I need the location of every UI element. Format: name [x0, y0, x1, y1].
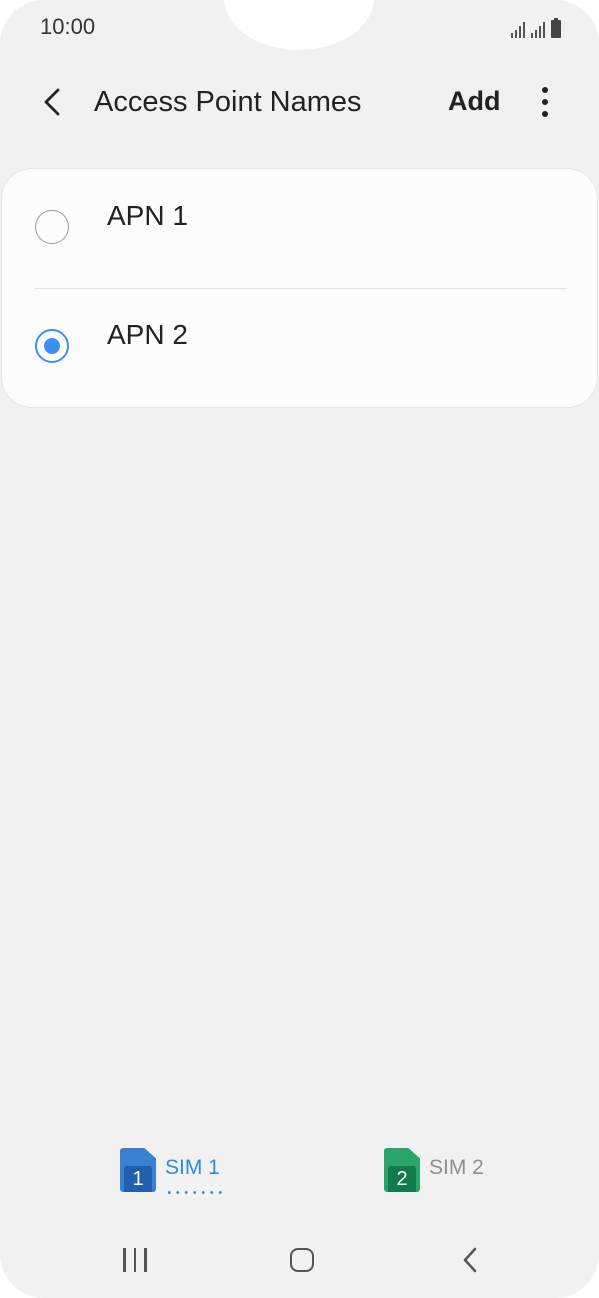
- sim-card-icon: 2: [384, 1148, 420, 1192]
- apn-radio-button[interactable]: [35, 210, 69, 244]
- signal-sim2-icon: [531, 20, 545, 38]
- sim-card-icon: 1: [120, 1148, 156, 1192]
- apn-radio-button-selected[interactable]: [35, 329, 69, 363]
- status-icons: [511, 16, 561, 38]
- tab-sim-1[interactable]: 1 SIM 1: [120, 1146, 225, 1194]
- apn-list-item[interactable]: APN 1: [2, 169, 597, 288]
- battery-icon: [551, 18, 561, 38]
- more-options-button[interactable]: [530, 82, 560, 122]
- navigation-bar: [0, 1225, 599, 1295]
- add-button[interactable]: Add: [448, 86, 500, 117]
- signal-sim1-icon: [511, 20, 525, 38]
- app-bar: Access Point Names Add: [0, 70, 599, 134]
- phone-screen: 10:00 Access Point Names Add APN 1 APN 2…: [0, 0, 599, 1298]
- system-back-button[interactable]: [440, 1235, 500, 1285]
- status-time: 10:00: [40, 14, 96, 39]
- sim-tab-label: SIM 1: [165, 1156, 225, 1194]
- sim-badge-number: 1: [124, 1166, 152, 1192]
- back-button[interactable]: [30, 78, 74, 126]
- apn-label: APN 2: [107, 319, 188, 350]
- sim-badge-number: 2: [388, 1166, 416, 1192]
- sim-tab-label: SIM 2: [429, 1156, 484, 1179]
- apn-label: APN 1: [107, 200, 188, 231]
- page-title: Access Point Names: [94, 86, 362, 118]
- more-vertical-icon-dot: [542, 87, 548, 93]
- sim-tabs: 1 SIM 1 2 SIM 2: [0, 1140, 599, 1200]
- apn-list-card: APN 1 APN 2: [2, 169, 597, 407]
- recents-icon: [123, 1248, 147, 1272]
- apn-list-item[interactable]: APN 2: [2, 288, 597, 407]
- home-button[interactable]: [272, 1235, 332, 1285]
- back-icon: [463, 1247, 477, 1273]
- tab-sim-2[interactable]: 2 SIM 2: [384, 1146, 484, 1194]
- more-vertical-icon-dot: [542, 111, 548, 117]
- home-icon: [290, 1248, 314, 1272]
- more-vertical-icon-dot: [542, 99, 548, 105]
- status-bar: 10:00: [0, 0, 599, 56]
- recents-button[interactable]: [105, 1235, 165, 1285]
- chevron-left-icon: [44, 88, 60, 116]
